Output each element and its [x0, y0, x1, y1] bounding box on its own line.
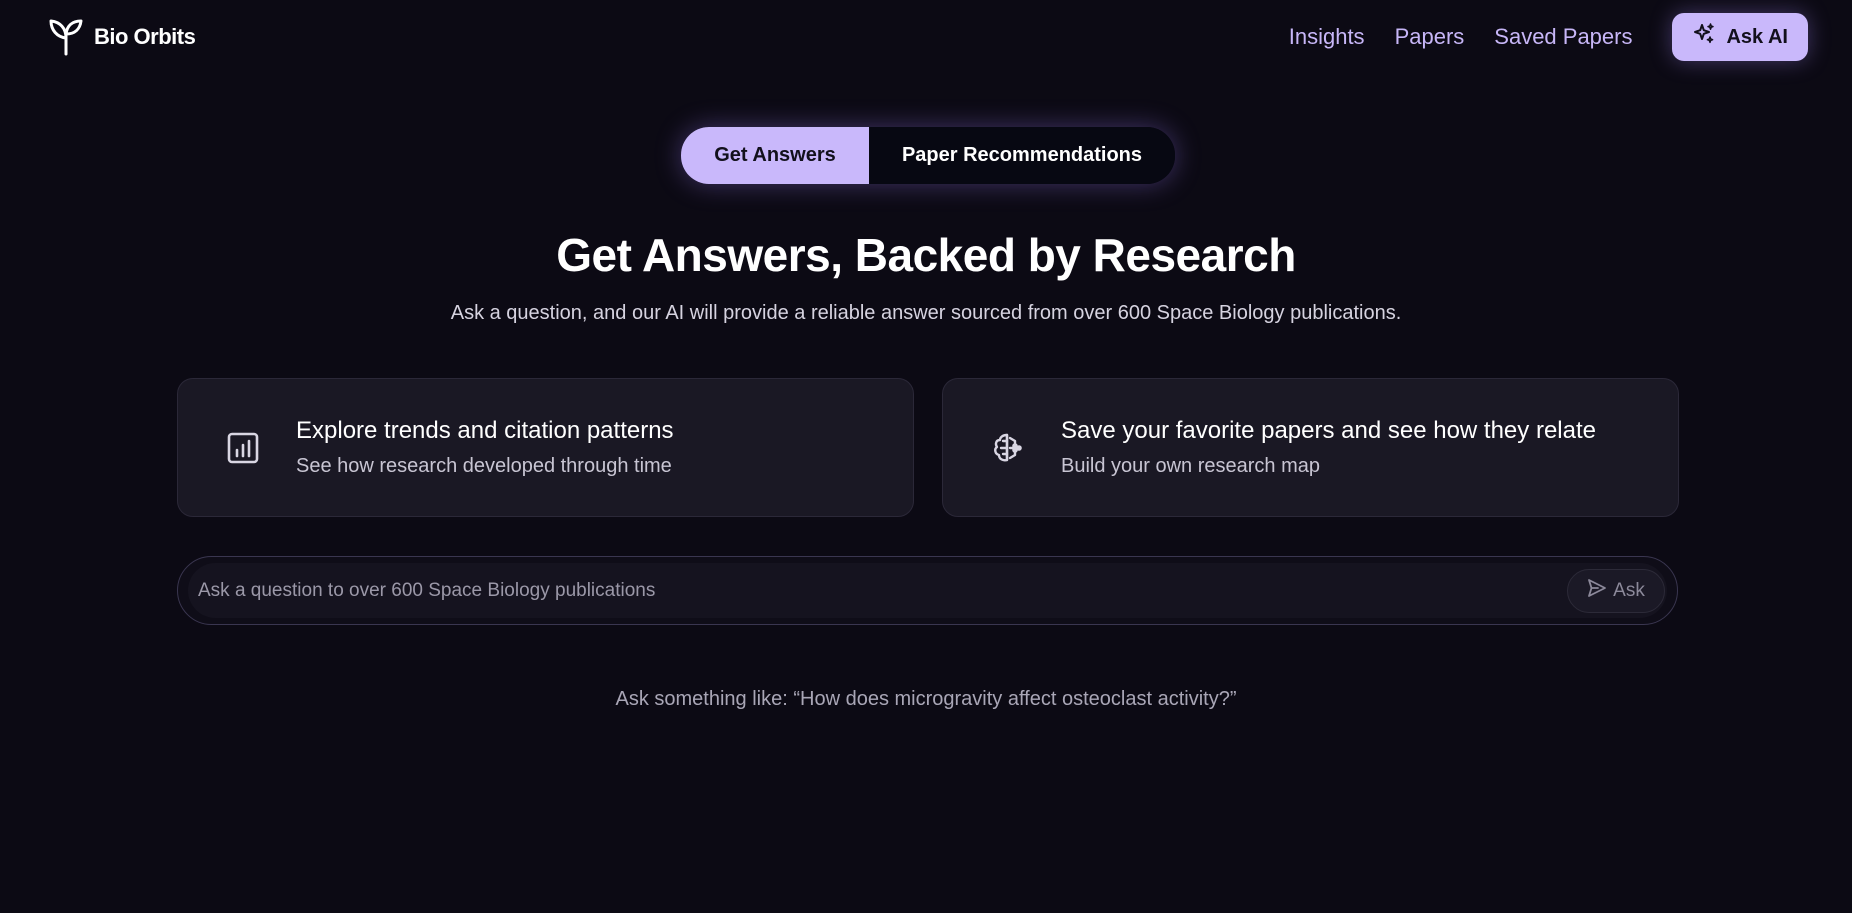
page: Bio Orbits Insights Papers Saved Papers …	[0, 0, 1852, 913]
page-title: Get Answers, Backed by Research	[556, 229, 1296, 281]
search-inner: Ask	[188, 563, 1667, 618]
brain-icon	[988, 428, 1028, 468]
nav-saved-papers[interactable]: Saved Papers	[1494, 24, 1632, 50]
sparkles-icon	[1692, 22, 1716, 52]
send-icon	[1587, 578, 1607, 604]
example-question-hint: Ask something like: “How does microgravi…	[615, 688, 1237, 710]
feature-card-subtitle: Build your own research map	[1061, 455, 1321, 477]
feature-card-subtitle: See how research developed through time	[296, 455, 672, 477]
question-input[interactable]	[188, 563, 1567, 618]
sprout-icon	[46, 17, 86, 57]
top-nav: Bio Orbits Insights Papers Saved Papers …	[0, 0, 1852, 74]
page-subtitle: Ask a question, and our AI will provide …	[450, 302, 1402, 324]
nav-insights[interactable]: Insights	[1289, 24, 1365, 50]
main-nav: Insights Papers Saved Papers Ask AI	[1289, 13, 1808, 61]
feature-card-title: Explore trends and citation patterns	[296, 417, 674, 444]
feature-card-trends[interactable]: Explore trends and citation patterns See…	[177, 378, 914, 517]
question-search-bar: Ask	[177, 556, 1678, 625]
feature-card-title: Save your favorite papers and see how th…	[1061, 417, 1596, 444]
feature-card-saved-papers[interactable]: Save your favorite papers and see how th…	[942, 378, 1679, 517]
mode-toggle: Get Answers Paper Recommendations	[681, 127, 1175, 184]
feature-card-text: Save your favorite papers and see how th…	[1061, 417, 1596, 478]
feature-card-text: Explore trends and citation patterns See…	[296, 417, 674, 478]
ask-button-label: Ask	[1613, 579, 1645, 601]
ask-ai-label: Ask AI	[1726, 25, 1788, 48]
tab-paper-recommendations[interactable]: Paper Recommendations	[869, 127, 1175, 184]
brand-name: Bio Orbits	[94, 24, 196, 49]
ask-button[interactable]: Ask	[1567, 568, 1665, 613]
tab-get-answers[interactable]: Get Answers	[681, 127, 869, 184]
nav-papers[interactable]: Papers	[1395, 24, 1465, 50]
ask-ai-button[interactable]: Ask AI	[1672, 13, 1808, 61]
brand-logo-link[interactable]: Bio Orbits	[46, 17, 196, 57]
bar-chart-icon	[223, 428, 263, 468]
